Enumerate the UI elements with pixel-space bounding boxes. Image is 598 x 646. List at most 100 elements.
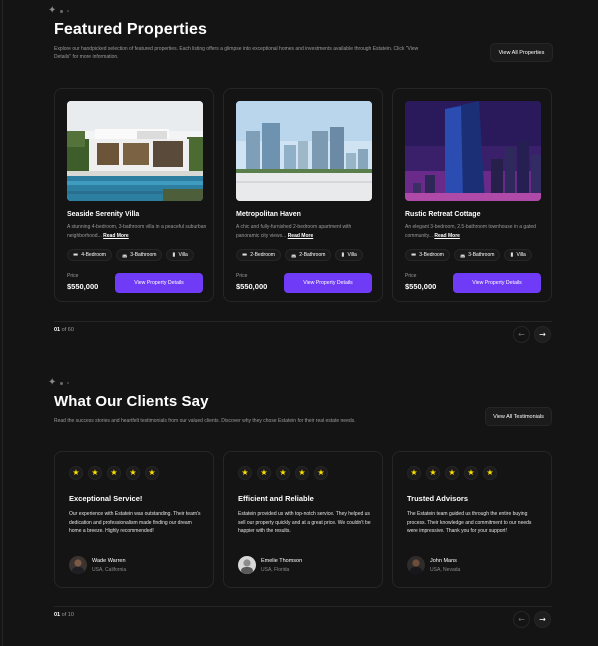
star-icon: ★ [483, 466, 497, 480]
testimonial-card: ★ ★ ★ ★ ★ Efficient and Reliable Estatei… [223, 451, 383, 588]
type-chip: ▮ Villa [335, 249, 363, 261]
price-label: Price [236, 273, 248, 279]
properties-pager: 01 of 60 [54, 327, 74, 333]
bedroom-chip: ▬ 4-Bedroom [67, 249, 112, 261]
testimonials-title: What Our Clients Say [54, 393, 209, 410]
pager-separator: of [60, 327, 68, 333]
property-image[interactable] [67, 101, 203, 201]
bedroom-label: 2-Bedroom [250, 252, 275, 258]
star-icon: ★ [145, 466, 159, 480]
bed-icon: ▬ [242, 252, 248, 258]
building-icon: ▮ [341, 252, 345, 258]
read-more-link[interactable]: Read More [288, 233, 314, 239]
star-icon: ★ [407, 466, 421, 480]
star-icon: ★ [295, 466, 309, 480]
star-icon: ★ [126, 466, 140, 480]
star-icon: ★ [238, 466, 252, 480]
bathroom-label: 3-Bathroom [130, 252, 157, 258]
property-features: ▬ 4-Bedroom ◛ 3-Bathroom ▮ Villa [67, 249, 194, 261]
rating-stars: ★ ★ ★ ★ ★ [69, 466, 159, 480]
bath-icon: ◛ [459, 252, 466, 258]
property-title: Rustic Retreat Cottage [405, 211, 481, 218]
read-more-link[interactable]: Read More [103, 233, 129, 239]
sparkle-icon: ✦ [48, 378, 70, 388]
testimonials-description: Read the success stories and heartfelt t… [54, 418, 356, 424]
testimonial-body: Our experience with Estatein was outstan… [69, 511, 201, 534]
bed-icon: ▬ [73, 252, 79, 258]
property-description: A stunning 4-bedroom, 3-bathroom villa i… [67, 224, 207, 239]
rating-stars: ★ ★ ★ ★ ★ [238, 466, 328, 480]
star-icon: ★ [257, 466, 271, 480]
left-divider [2, 0, 3, 646]
star-icon: ★ [314, 466, 328, 480]
view-all-properties-button[interactable]: View All Properties [490, 43, 553, 62]
property-description: An elegant 3-bedroom, 2.5-bathroom townh… [405, 224, 536, 239]
star-icon: ★ [445, 466, 459, 480]
building-icon: ▮ [510, 252, 514, 258]
star-icon: ★ [276, 466, 290, 480]
price-value: $550,000 [405, 282, 437, 291]
featured-title: Featured Properties [54, 21, 208, 38]
property-image[interactable] [405, 101, 541, 201]
view-all-testimonials-button[interactable]: View All Testimonials [485, 407, 552, 426]
bed-icon: ▬ [411, 252, 417, 258]
client-name: John Mans [430, 558, 457, 564]
property-card: Metropolitan Haven A chic and fully-furn… [223, 88, 383, 302]
section-divider [54, 606, 552, 607]
price-label: Price [405, 273, 417, 279]
section-divider [54, 321, 552, 322]
client-name: Wade Warren [92, 558, 126, 564]
bathroom-label: 3-Bathroom [468, 252, 495, 258]
avatar [407, 556, 425, 574]
arrow-right-icon[interactable]: → [534, 326, 551, 343]
bathroom-chip: ◛ 3-Bathroom [115, 249, 163, 261]
client-name: Emelie Thomson [261, 558, 303, 564]
building-icon: ▮ [172, 252, 176, 258]
pager-separator: of [60, 612, 68, 618]
view-property-details-button[interactable]: View Property Details [115, 273, 203, 293]
testimonial-card: ★ ★ ★ ★ ★ Exceptional Service! Our exper… [54, 451, 214, 588]
bath-icon: ◛ [121, 252, 128, 258]
view-property-details-button[interactable]: View Property Details [453, 273, 541, 293]
property-title: Seaside Serenity Villa [67, 211, 140, 218]
page: ✦ Featured Properties Explore our handpi… [0, 0, 598, 646]
testimonial-card: ★ ★ ★ ★ ★ Trusted Advisors The Estatein … [392, 451, 552, 588]
read-more-link[interactable]: Read More [434, 233, 460, 239]
star-icon: ★ [88, 466, 102, 480]
bathroom-label: 2-Bathroom [299, 252, 326, 258]
price-label: Price [67, 273, 79, 279]
type-label: Villa [347, 252, 357, 258]
testimonial-title: Trusted Advisors [407, 494, 468, 503]
star-icon: ★ [107, 466, 121, 480]
bathroom-chip: ◛ 3-Bathroom [453, 249, 501, 261]
testimonial-title: Efficient and Reliable [238, 494, 314, 503]
testimonial-body: The Estatein team guided us through the … [407, 511, 532, 534]
pager-total: 10 [67, 612, 74, 618]
bedroom-chip: ▬ 3-Bedroom [405, 249, 450, 261]
pager-total: 60 [67, 327, 74, 333]
client-location: USA, Florida [261, 567, 290, 573]
bedroom-label: 4-Bedroom [81, 252, 106, 258]
rating-stars: ★ ★ ★ ★ ★ [407, 466, 497, 480]
bathroom-chip: ◛ 2-Bathroom [284, 249, 332, 261]
arrow-left-icon[interactable]: ← [513, 611, 530, 628]
avatar [238, 556, 256, 574]
city-photo [236, 101, 372, 201]
client-location: USA, California [92, 567, 127, 573]
property-image[interactable] [236, 101, 372, 201]
bedroom-chip: ▬ 2-Bedroom [236, 249, 281, 261]
client-location: USA, Nevada [430, 567, 461, 573]
type-chip: ▮ Villa [504, 249, 532, 261]
arrow-left-icon[interactable]: ← [513, 326, 530, 343]
star-icon: ★ [464, 466, 478, 480]
featured-description: Explore our handpicked selection of feat… [54, 46, 419, 60]
view-property-details-button[interactable]: View Property Details [284, 273, 372, 293]
arrow-right-icon[interactable]: → [534, 611, 551, 628]
sparkle-icon: ✦ [48, 6, 70, 16]
star-icon: ★ [69, 466, 83, 480]
skyscraper-photo [405, 101, 541, 201]
avatar [69, 556, 87, 574]
price-value: $550,000 [236, 282, 268, 291]
property-card: Seaside Serenity Villa A stunning 4-bedr… [54, 88, 214, 302]
type-label: Villa [178, 252, 188, 258]
